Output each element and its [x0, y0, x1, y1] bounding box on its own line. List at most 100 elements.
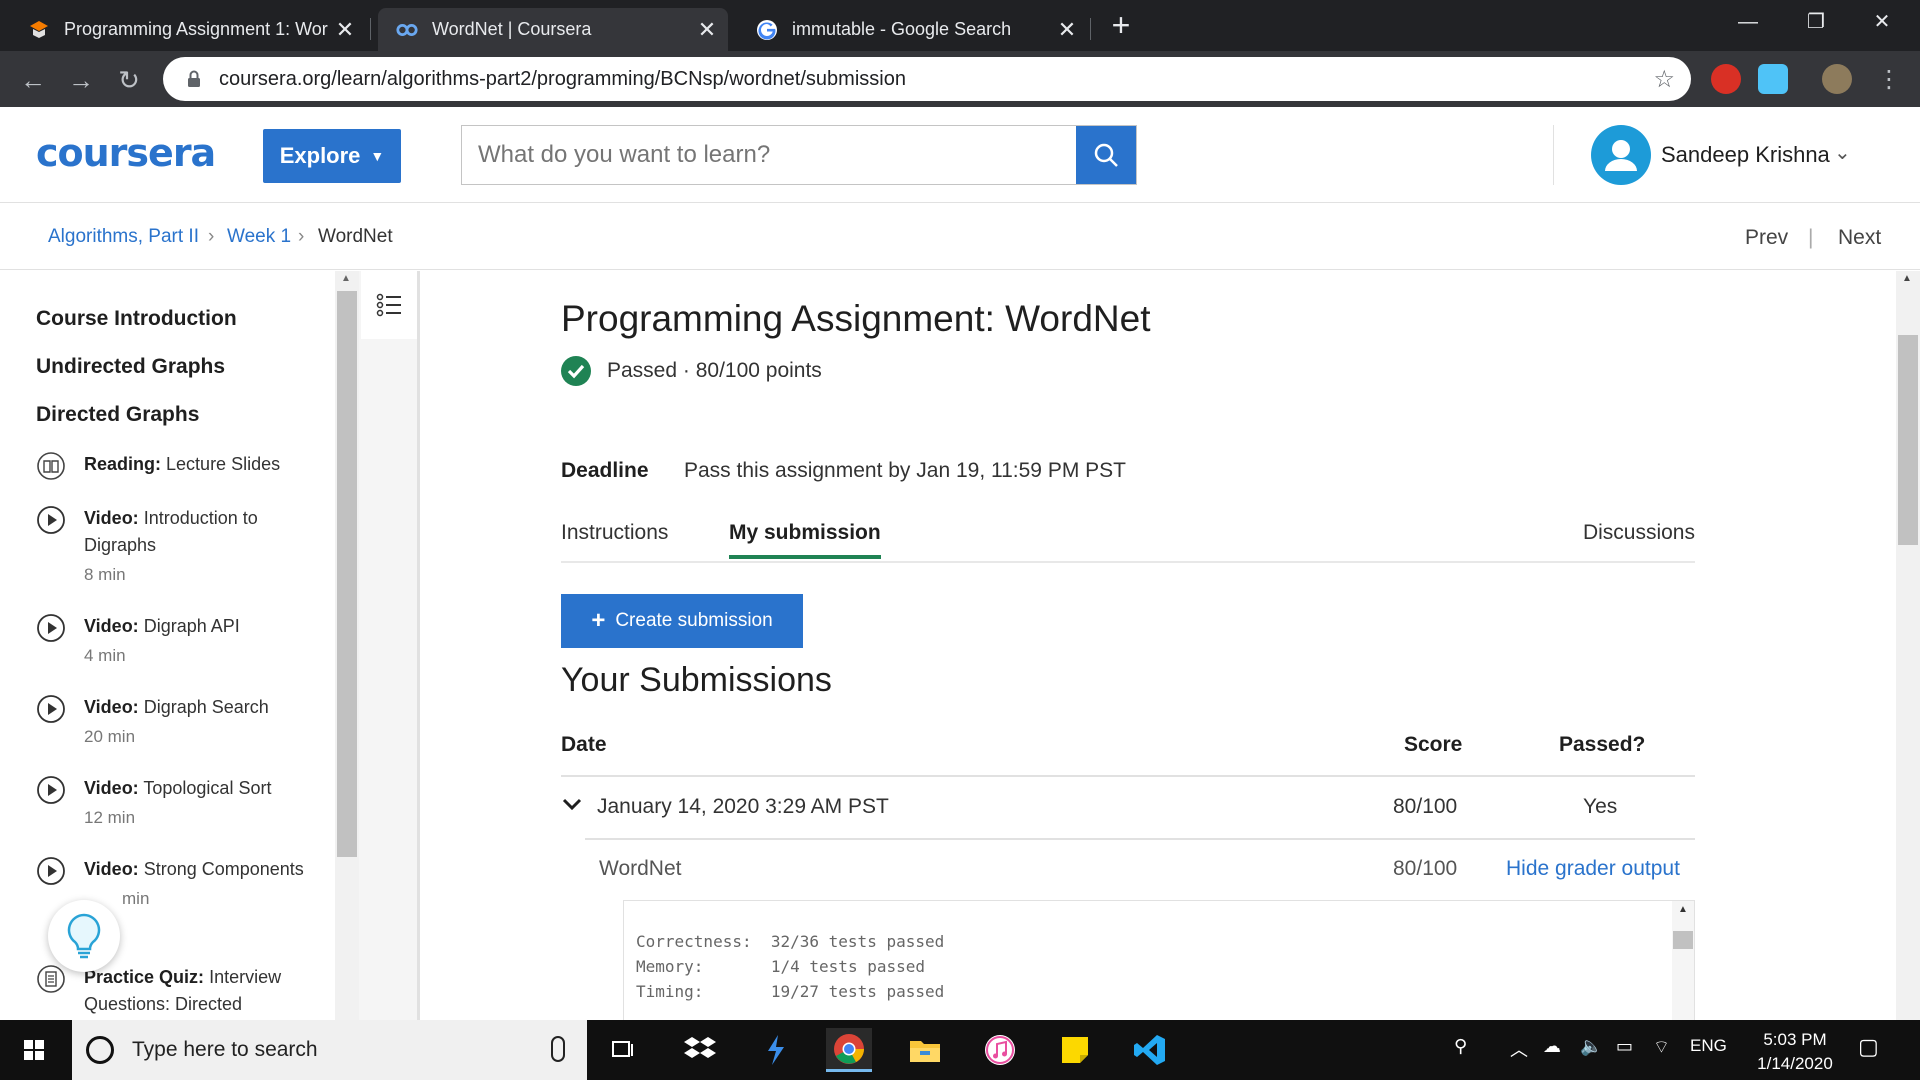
play-icon [37, 695, 65, 723]
scrollbar-thumb[interactable] [337, 291, 357, 857]
tab-instructions[interactable]: Instructions [561, 521, 668, 545]
search-input[interactable] [462, 126, 1076, 184]
people-icon[interactable]: ⚲ [1454, 1036, 1467, 1057]
language-indicator[interactable]: ENG [1690, 1036, 1727, 1056]
avatar[interactable] [1591, 125, 1651, 185]
lock-icon [188, 70, 200, 87]
minimize-icon[interactable]: — [1718, 4, 1778, 40]
item-duration: 12 min [84, 808, 136, 827]
sidebar-item-topological-sort[interactable]: Video: Topological Sort 12 min [36, 775, 306, 831]
url-bar[interactable]: coursera.org/learn/algorithms-part2/prog… [163, 57, 1691, 101]
explore-label: Explore [279, 143, 361, 168]
item-title: Digraph API [143, 616, 240, 636]
tab-discussions[interactable]: Discussions [1583, 521, 1695, 545]
help-lightbulb-button[interactable] [48, 900, 120, 972]
scroll-up-icon[interactable]: ▲ [341, 273, 351, 284]
itunes-icon[interactable] [977, 1028, 1023, 1072]
system-clock[interactable]: 5:03 PM 1/14/2020 [1740, 1028, 1850, 1076]
menu-kebab-icon[interactable]: ⋮ [1872, 63, 1906, 97]
chevron-up-icon[interactable]: ︿ [1510, 1036, 1528, 1062]
bookmark-star-icon[interactable]: ☆ [1653, 65, 1675, 94]
item-title: Digraph Search [143, 697, 269, 717]
submission-score: 80/100 [1393, 795, 1458, 818]
sidebar-item-introduction-to-digraphs[interactable]: Video: Introduction to Digraphs 8 min [36, 505, 306, 585]
user-icon [1605, 140, 1637, 171]
tab-title: Programming Assignment 1: Wor [64, 19, 328, 39]
create-submission-button[interactable]: + Create submission [561, 594, 803, 648]
address-bar-row: ← → ↻ coursera.org/learn/algorithms-part… [0, 51, 1920, 107]
breadcrumb-course[interactable]: Algorithms, Part II [48, 226, 199, 248]
chevron-down-icon[interactable]: ⌄ [1834, 140, 1851, 165]
taskbar-search-placeholder: Type here to search [132, 1038, 318, 1061]
page-scrollbar[interactable]: ▲ [1896, 271, 1920, 1020]
header-divider [1553, 125, 1554, 185]
extension-robot-icon[interactable] [1758, 64, 1788, 94]
onedrive-icon[interactable]: ☁ [1543, 1036, 1561, 1057]
column-header-date: Date [561, 733, 607, 756]
scroll-up-icon[interactable]: ▲ [1902, 273, 1912, 284]
section-undirected-graphs[interactable]: Undirected Graphs [36, 355, 225, 379]
prev-link[interactable]: Prev [1745, 226, 1788, 250]
browser-tab-google[interactable]: immutable - Google Search ✕ [738, 8, 1088, 51]
battery-icon[interactable]: ▭ [1616, 1036, 1633, 1057]
window-close-icon[interactable]: ✕ [1852, 4, 1912, 40]
close-icon[interactable]: ✕ [1054, 17, 1080, 43]
action-center-icon[interactable]: ▢ [1858, 1034, 1879, 1060]
close-icon[interactable]: ✕ [694, 17, 720, 43]
section-course-introduction[interactable]: Course Introduction [36, 307, 237, 331]
chevron-down-icon[interactable] [561, 793, 583, 815]
toc-strip [359, 271, 420, 1020]
sidebar-item-digraph-search[interactable]: Video: Digraph Search 20 min [36, 694, 306, 750]
part-name: WordNet [599, 857, 682, 880]
sidebar-item-lecture-slides[interactable]: Reading: Lecture Slides [36, 451, 306, 481]
coursera-favicon-icon [396, 19, 418, 41]
scrollbar-thumb[interactable] [1898, 335, 1918, 545]
wifi-icon[interactable]: ⌔ [1653, 1036, 1670, 1059]
search-button[interactable] [1076, 126, 1136, 184]
explore-button[interactable]: Explore ▼ [263, 129, 401, 183]
dropbox-icon[interactable] [677, 1028, 723, 1072]
scroll-up-icon[interactable]: ▲ [1678, 904, 1688, 915]
forward-icon[interactable]: → [64, 63, 98, 97]
profile-avatar-icon[interactable] [1822, 64, 1852, 94]
windows-start-icon[interactable] [14, 1032, 54, 1068]
new-tab-button[interactable]: + [1106, 8, 1136, 42]
microphone-icon[interactable] [551, 1036, 565, 1062]
sticky-notes-icon[interactable] [1052, 1028, 1098, 1072]
check-circle-icon [561, 356, 591, 386]
column-header-passed: Passed? [1559, 733, 1646, 756]
grader-scrollbar[interactable]: ▲ [1672, 901, 1694, 1020]
close-icon[interactable]: ✕ [332, 17, 358, 43]
toc-toggle-button[interactable] [361, 271, 417, 339]
browser-tab-assignment[interactable]: Programming Assignment 1: Wor ✕ [10, 8, 366, 51]
status-badge: Passed · 80/100 points [561, 356, 822, 386]
reload-icon[interactable]: ↻ [112, 63, 146, 97]
sidebar-item-interview-questions[interactable]: Practice Quiz: Interview Questions: Dire… [36, 964, 306, 1020]
bolt-app-icon[interactable] [752, 1028, 798, 1072]
volume-icon[interactable]: 🔈 [1580, 1036, 1602, 1057]
back-icon[interactable]: ← [16, 63, 50, 97]
taskbar-search-box[interactable]: Type here to search [72, 1020, 587, 1080]
part-score: 80/100 [1393, 857, 1458, 880]
task-view-icon[interactable] [601, 1028, 647, 1072]
coursera-logo[interactable]: coursera [36, 131, 216, 175]
file-explorer-icon[interactable] [902, 1028, 948, 1072]
tab-my-submission[interactable]: My submission [729, 521, 881, 559]
section-directed-graphs[interactable]: Directed Graphs [36, 403, 199, 427]
extension-shield-icon[interactable] [1711, 64, 1741, 94]
hide-grader-output-link[interactable]: Hide grader output [1506, 857, 1680, 881]
item-type: Video: [84, 697, 139, 717]
chrome-icon[interactable] [826, 1028, 872, 1072]
windows-taskbar: Type here to search ⚲ ︿ ☁ 🔈 ▭ ⌔ ENG 5:03… [0, 1020, 1920, 1080]
browser-tab-wordnet[interactable]: WordNet | Coursera ✕ [378, 8, 728, 51]
breadcrumb-week[interactable]: Week 1 [227, 226, 291, 248]
breadcrumb: Algorithms, Part II › Week 1 › WordNet P… [0, 204, 1920, 270]
deadline-label: Deadline [561, 459, 649, 482]
restore-icon[interactable]: ❐ [1786, 4, 1846, 40]
vscode-icon[interactable] [1127, 1028, 1173, 1072]
next-link[interactable]: Next [1838, 226, 1881, 250]
scrollbar-thumb[interactable] [1673, 931, 1693, 949]
sidebar-item-digraph-api[interactable]: Video: Digraph API 4 min [36, 613, 306, 669]
user-name[interactable]: Sandeep Krishna [1661, 142, 1830, 168]
sidebar-scrollbar[interactable]: ▲ [335, 271, 359, 1020]
